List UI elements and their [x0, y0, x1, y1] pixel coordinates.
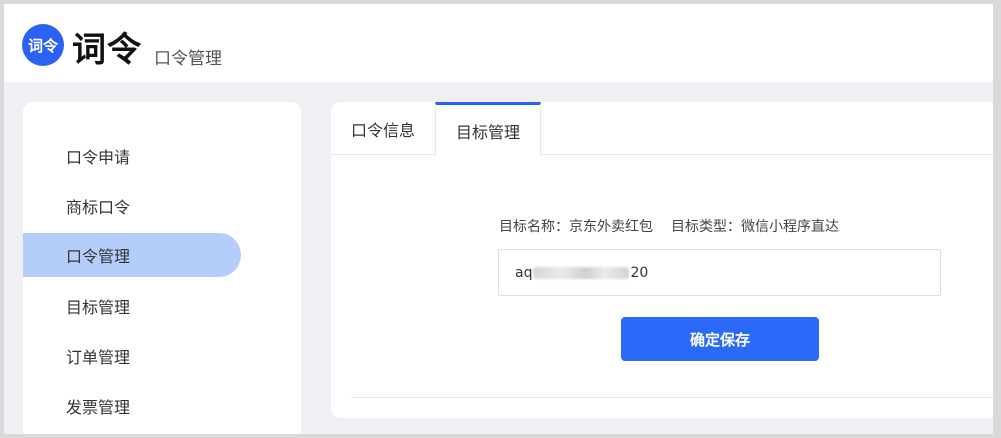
target-name-value: 京东外卖红包 [569, 219, 653, 235]
redacted-text [533, 266, 630, 279]
target-type-label: 目标类型： [671, 219, 741, 235]
page-subtitle: 口令管理 [154, 49, 222, 69]
sidebar-item-label: 商标口令 [66, 198, 131, 217]
sidebar-item-label: 口令申请 [66, 148, 131, 167]
scrollbar[interactable] [993, 4, 997, 434]
divider [351, 397, 997, 398]
main-panel: 口令信息 目标管理 目标名称：京东外卖红包 目标类型：微信小程序直达 aq 20 确… [331, 102, 997, 418]
input-value-suffix: 20 [630, 264, 649, 281]
tab-token-info[interactable]: 口令信息 [331, 102, 435, 155]
target-name-label: 目标名称： [499, 219, 569, 235]
sidebar-menu: 口令申请 商标口令 口令管理 目标管理 订单管理 发票管理 [23, 102, 301, 434]
sidebar-item-invoice-management[interactable]: 发票管理 [23, 384, 241, 428]
sidebar-item-trademark-token[interactable]: 商标口令 [23, 184, 241, 228]
app-window: 词令 词令 口令管理 口令申请 商标口令 口令管理 目标管理 订单管理 发票管理… [4, 4, 997, 434]
brand-name: 词令 [72, 30, 142, 70]
confirm-save-button[interactable]: 确定保存 [621, 317, 819, 361]
sidebar-item-label: 发票管理 [66, 398, 131, 417]
sidebar-item-label: 目标管理 [66, 298, 131, 317]
sidebar-item-token-apply[interactable]: 口令申请 [23, 134, 241, 178]
sidebar-item-label: 口令管理 [66, 247, 131, 266]
input-value-prefix: aq [515, 264, 533, 281]
sidebar-item-target-management[interactable]: 目标管理 [23, 284, 241, 328]
sidebar-item-order-management[interactable]: 订单管理 [23, 334, 241, 378]
sidebar-item-token-management[interactable]: 口令管理 [23, 233, 241, 277]
target-info-line: 目标名称：京东外卖红包 目标类型：微信小程序直达 [499, 216, 839, 236]
target-link-input[interactable]: aq 20 [498, 249, 941, 296]
logo-icon: 词令 [22, 24, 64, 66]
tab-bar: 口令信息 目标管理 [331, 102, 997, 156]
tab-target-management[interactable]: 目标管理 [435, 102, 541, 156]
target-type-value: 微信小程序直达 [741, 219, 839, 235]
top-header: 词令 词令 口令管理 [4, 4, 997, 82]
sidebar-item-label: 订单管理 [66, 348, 131, 367]
